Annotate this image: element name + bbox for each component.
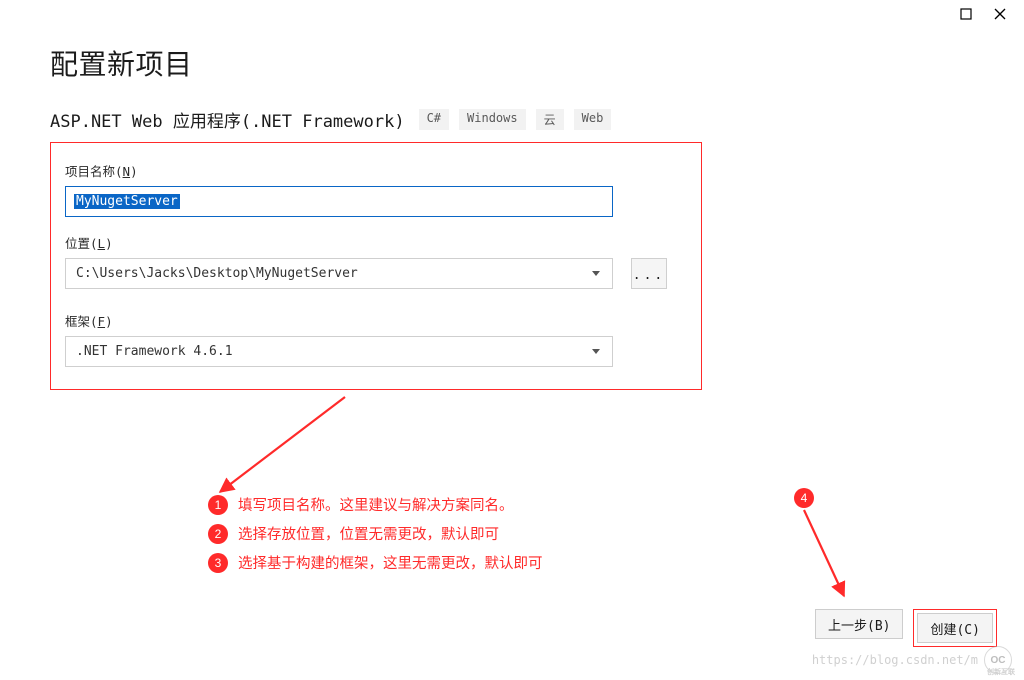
watermark-logo-icon: OC 创新互联 [984,646,1012,674]
page-title: 配置新项目 [50,43,974,83]
watermark: https://blog.csdn.net/m OC 创新互联 [812,646,1012,674]
project-type-tags: C# Windows 云 Web [419,109,612,130]
chevron-down-icon [592,271,600,276]
framework-label: 框架(F) [65,311,687,330]
annotation-bubble-1: 1 [208,495,228,515]
annotation-bubble-3: 3 [208,553,228,573]
project-name-input[interactable]: MyNugetServer [65,186,613,217]
tag-web: Web [574,109,612,130]
project-name-label: 项目名称(N) [65,161,687,180]
location-label: 位置(L) [65,233,687,252]
annotation-list: 1 填写项目名称。这里建议与解决方案同名。 2 选择存放位置，位置无需更改，默认… [208,486,543,581]
annotation-item: 2 选择存放位置，位置无需更改，默认即可 [208,523,543,544]
maximize-icon[interactable] [960,8,972,20]
annotation-item: 1 填写项目名称。这里建议与解决方案同名。 [208,494,543,515]
create-button-highlight: 创建(C) [913,609,996,647]
framework-combo[interactable]: .NET Framework 4.6.1 [65,336,613,367]
browse-button[interactable]: ... [631,258,667,289]
tag-cloud: 云 [536,109,564,130]
annotation-bubble-4: 4 [794,488,814,508]
tag-windows: Windows [459,109,526,130]
create-button[interactable]: 创建(C) [917,613,992,643]
close-icon[interactable] [994,8,1006,20]
annotation-bubble-2: 2 [208,524,228,544]
form-annotation-box: 项目名称(N) MyNugetServer 位置(L) C:\Users\Jac… [50,142,702,390]
annotation-item: 3 选择基于构建的框架，这里无需更改，默认即可 [208,552,543,573]
location-combo[interactable]: C:\Users\Jacks\Desktop\MyNugetServer [65,258,613,289]
back-button[interactable]: 上一步(B) [815,609,903,639]
project-type-label: ASP.NET Web 应用程序(.NET Framework) [50,107,405,132]
tag-csharp: C# [419,109,449,130]
chevron-down-icon [592,349,600,354]
